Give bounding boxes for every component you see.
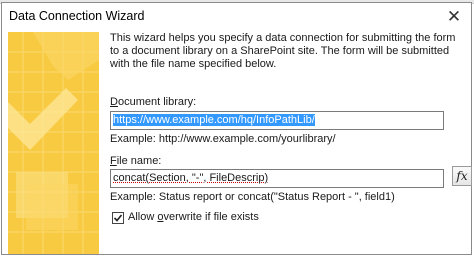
- file-name-access-key: F: [110, 155, 117, 167]
- data-connection-wizard-dialog: Data Connection Wizard ✕ This wizard hel…: [1, 2, 472, 255]
- intro-text: This wizard helps you specify a data con…: [110, 32, 456, 70]
- document-library-label-rest: ocument library:: [117, 96, 197, 108]
- title-bar: Data Connection Wizard ✕: [2, 3, 471, 32]
- overwrite-label: Allow overwrite if file exists: [128, 211, 259, 223]
- overwrite-checkbox[interactable]: [112, 212, 124, 224]
- wizard-banner-art: [8, 32, 99, 254]
- overwrite-label-after: verwrite if file exists: [163, 211, 259, 223]
- file-name-value: concat(Section, "-", FileDescrip): [113, 172, 269, 184]
- formula-button[interactable]: fx: [452, 166, 472, 186]
- document-library-example: Example: http://www.example.com/yourlibr…: [110, 133, 336, 145]
- document-library-input[interactable]: https://www.example.com/hq/InfoPathLib/: [110, 111, 444, 130]
- window-title: Data Connection Wizard: [9, 9, 145, 23]
- wizard-content: This wizard helps you specify a data con…: [110, 32, 472, 254]
- file-name-input[interactable]: concat(Section, "-", FileDescrip): [110, 169, 444, 188]
- checkmark-icon: [113, 214, 123, 222]
- file-name-label: File name:: [110, 155, 161, 167]
- document-library-label: Document library:: [110, 96, 196, 108]
- file-name-label-rest: ile name:: [116, 155, 162, 167]
- banner-graphic: [8, 32, 99, 254]
- overwrite-label-before: Allow: [128, 211, 158, 223]
- document-library-access-key: D: [110, 96, 118, 108]
- close-icon[interactable]: ✕: [443, 7, 465, 27]
- file-name-example: Example: Status report or concat("Status…: [110, 191, 395, 203]
- document-library-value: https://www.example.com/hq/InfoPathLib/: [113, 114, 315, 126]
